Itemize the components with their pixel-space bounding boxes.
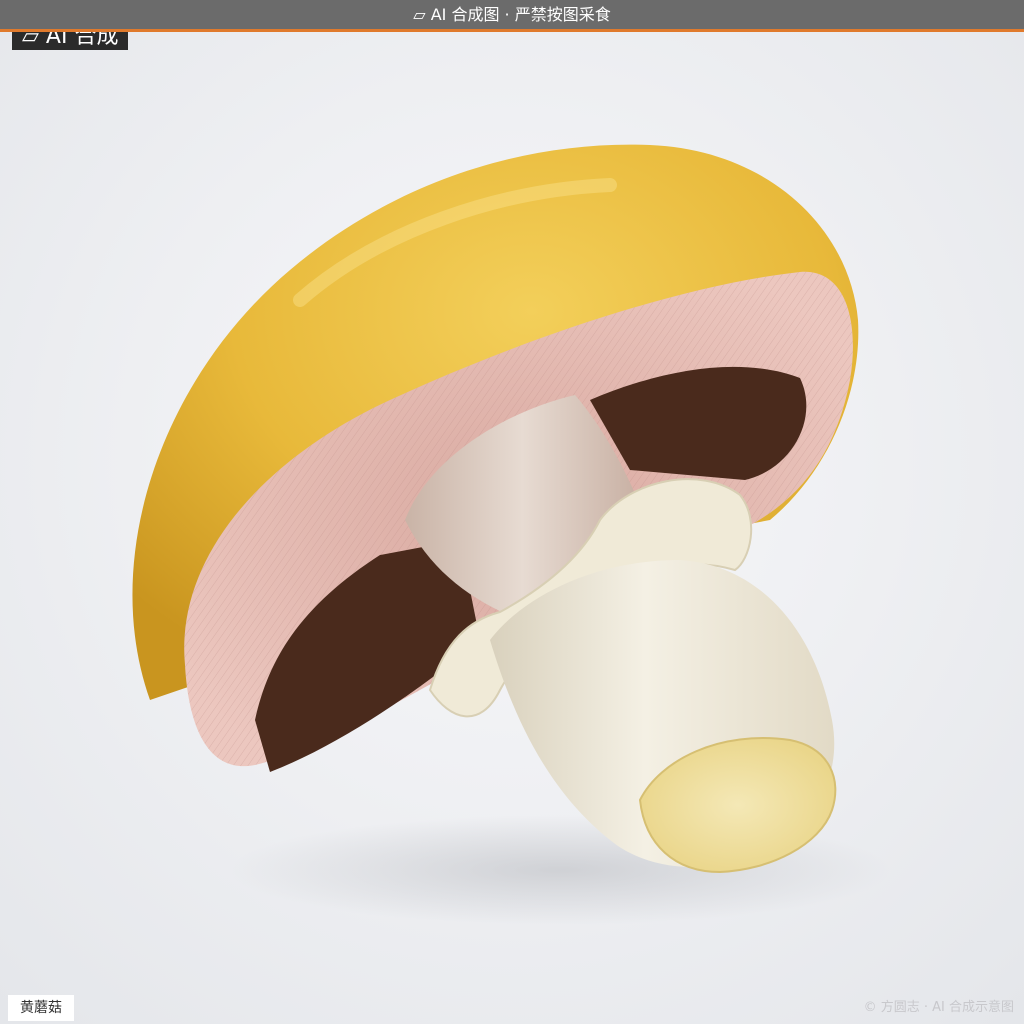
credit-watermark: © 方圆志 · AI 合成示意图 (863, 1000, 1014, 1015)
image-canvas: ▱ AI 合成图 · 严禁按图采食 ▱ AI 合成 黄蘑菇 © 方圆志 · AI… (0, 0, 1024, 1024)
warning-banner: ▱ AI 合成图 · 严禁按图采食 (0, 0, 1024, 32)
species-caption: 黄蘑菇 (8, 995, 74, 1021)
warning-banner-text: AI 合成图 · 严禁按图采食 (430, 5, 611, 24)
sparkle-icon: ▱ (413, 5, 426, 24)
mushroom-photo (132, 144, 890, 925)
